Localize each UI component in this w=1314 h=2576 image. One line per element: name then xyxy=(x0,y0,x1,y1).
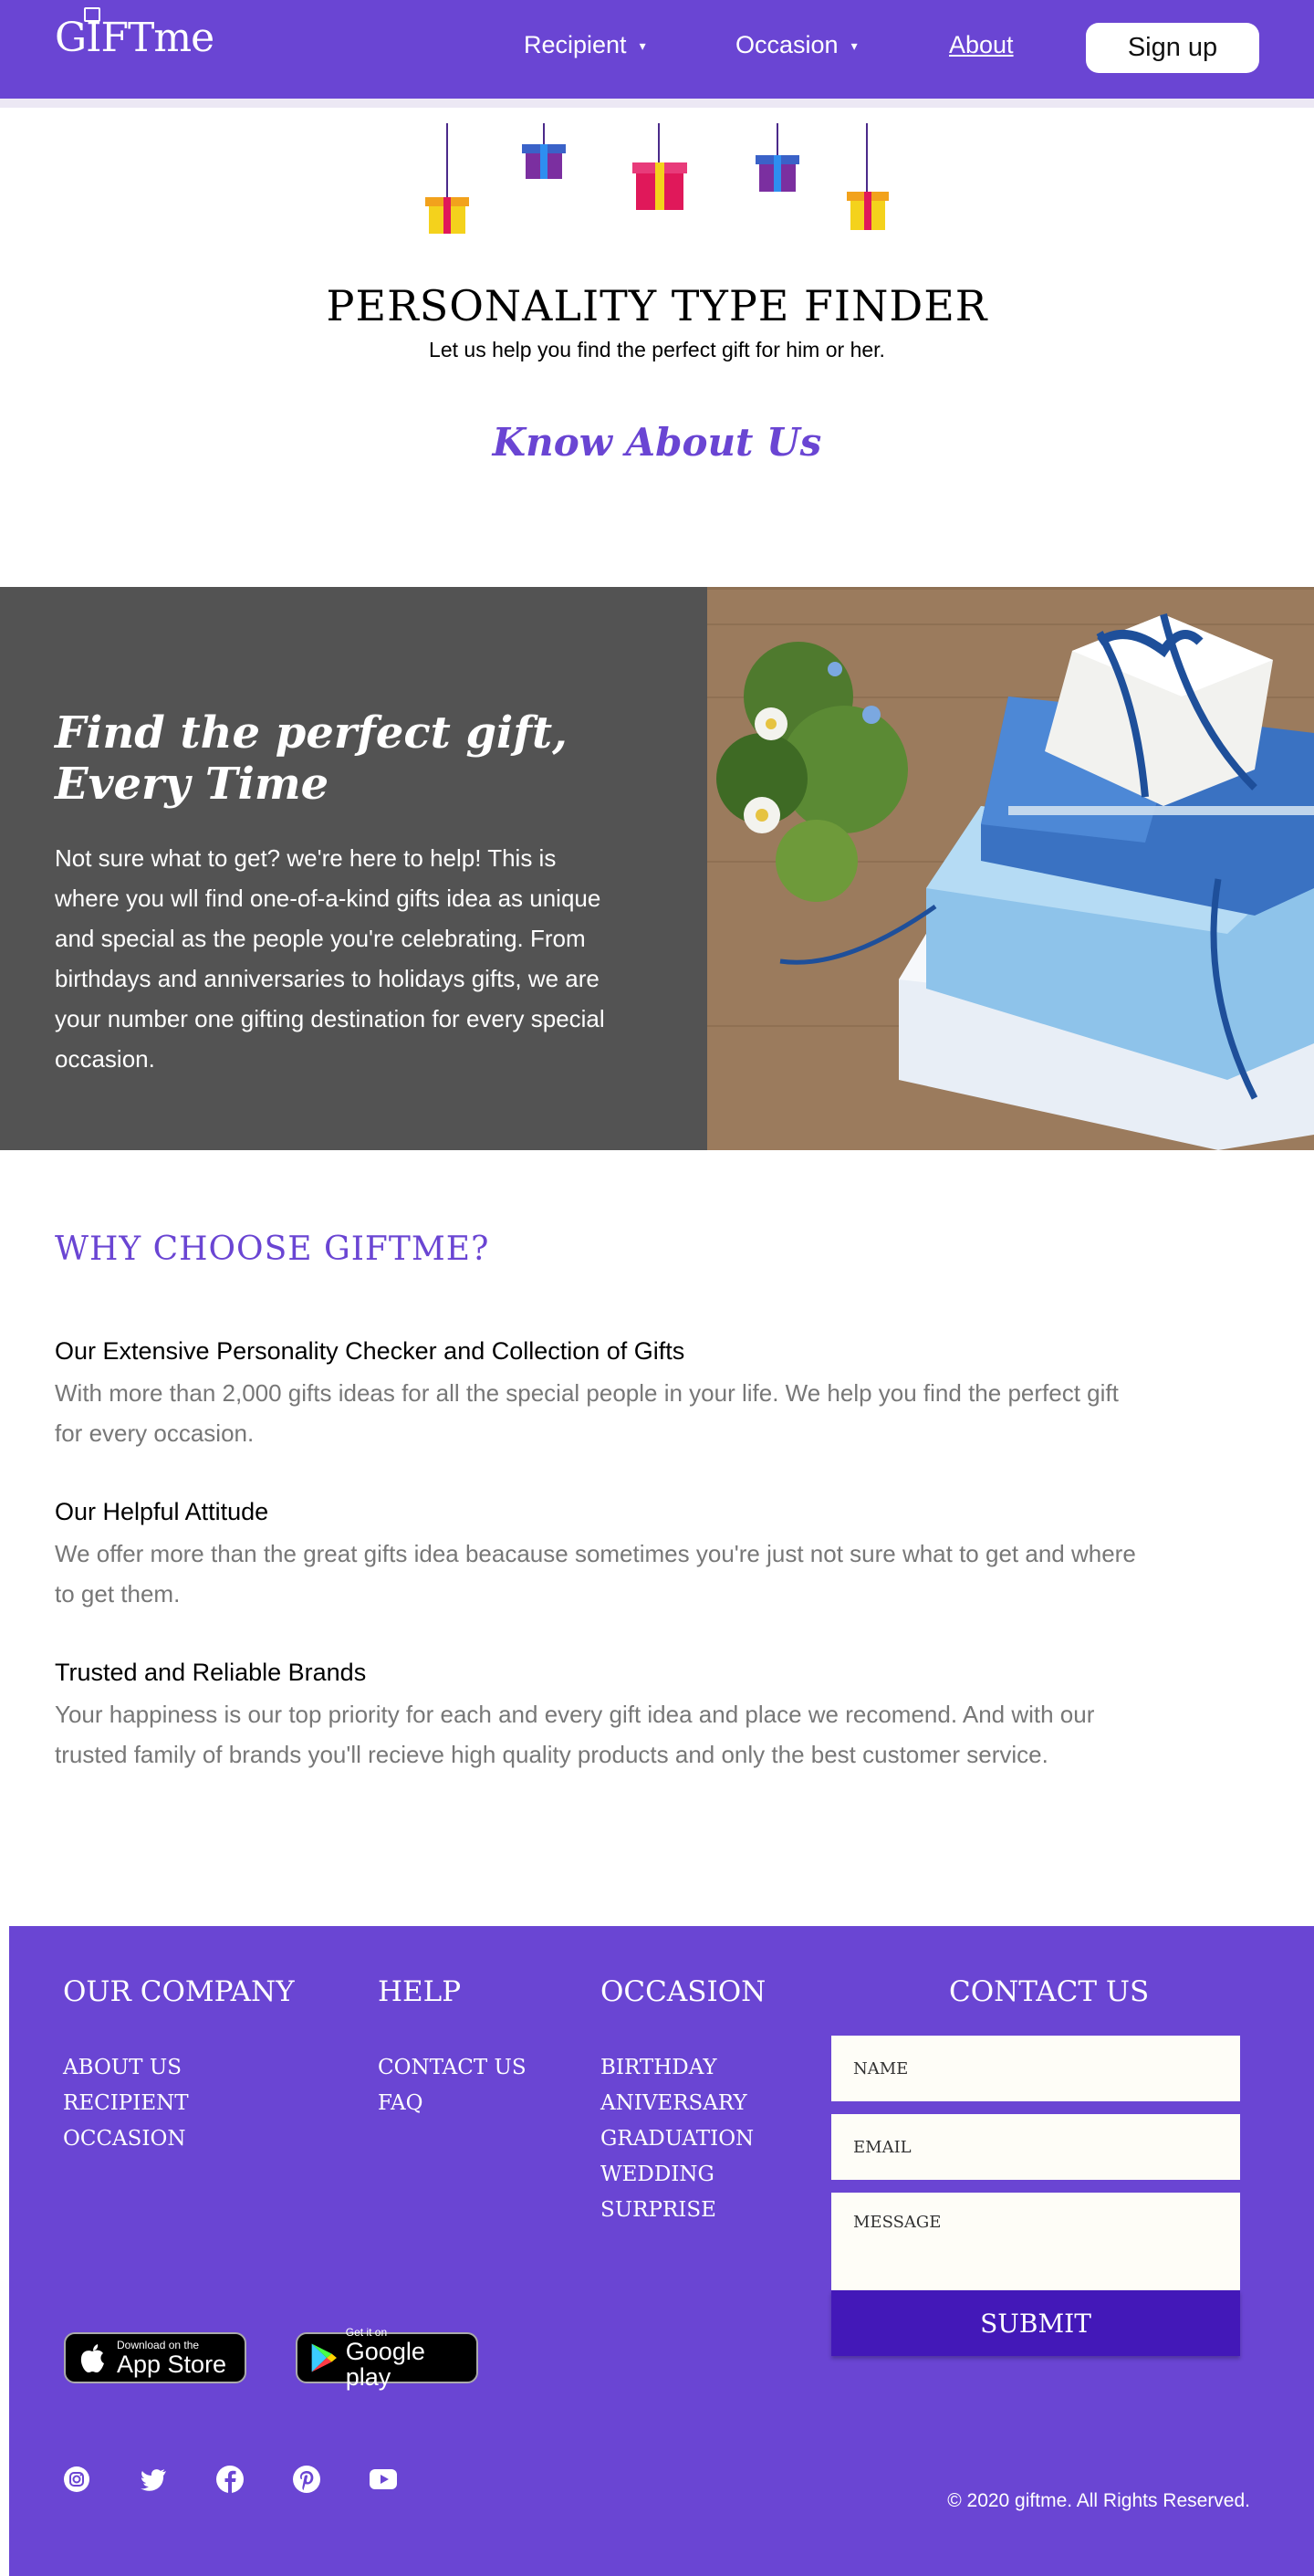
google-play-icon xyxy=(311,2343,337,2372)
reason-title: Trusted and Reliable Brands xyxy=(55,1659,367,1686)
copyright-text: © 2020 giftme. All Rights Reserved. xyxy=(947,2490,1250,2511)
apple-icon xyxy=(80,2344,104,2372)
gift-boxes-image xyxy=(707,587,1314,1150)
logo-gift-icon xyxy=(84,7,100,22)
reason-title: Our Helpful Attitude xyxy=(55,1498,269,1525)
logo[interactable]: GIFTme xyxy=(55,7,214,61)
gift-icon xyxy=(425,123,469,234)
footer-company-heading: OUR COMPANY xyxy=(63,1975,295,2008)
header-banner-strip xyxy=(0,99,1314,108)
footer-contact-heading: CONTACT US xyxy=(949,1975,1150,2008)
reason-item: Our Extensive Personality Checker and Co… xyxy=(55,1337,1150,1453)
logo-text: GIFTme xyxy=(55,15,214,61)
app-store-badge[interactable]: Download on the App Store xyxy=(64,2332,246,2383)
nav-recipient[interactable]: Recipient ▾ xyxy=(524,31,646,59)
page-subtitle: Let us help you find the perfect gift fo… xyxy=(429,338,885,361)
twitter-icon[interactable] xyxy=(139,2465,168,2494)
footer-occasion-heading: OCCASION xyxy=(600,1975,766,2008)
reason-title: Our Extensive Personality Checker and Co… xyxy=(55,1337,685,1365)
email-field[interactable] xyxy=(831,2114,1240,2180)
nav-occasion-label: Occasion xyxy=(735,31,839,58)
footer-occasion-list: BIRTHDAY ANIVERSARY GRADUATION WEDDING S… xyxy=(600,2050,754,2228)
google-play-badge[interactable]: Get it on Google play xyxy=(296,2326,478,2390)
footer-help-heading: HELP xyxy=(378,1975,462,2008)
name-field[interactable] xyxy=(831,2036,1240,2101)
page-title: PERSONALITY TYPE FINDER xyxy=(326,281,988,330)
submit-button[interactable]: SUBMIT xyxy=(831,2290,1240,2356)
app-store-small: Download on the xyxy=(117,2338,200,2351)
facebook-icon[interactable] xyxy=(215,2465,245,2494)
gift-icon xyxy=(632,123,687,210)
footer-link-recipient[interactable]: RECIPIENT xyxy=(63,2086,189,2121)
why-choose-heading: WHY CHOOSE GIFTME? xyxy=(55,1230,490,1268)
footer-link-birthday[interactable]: BIRTHDAY xyxy=(600,2050,754,2086)
know-about-us-link[interactable]: Know About Us xyxy=(0,420,1314,465)
site-header: GIFTme Recipient ▾ Occasion ▾ About Sign u… xyxy=(0,0,1314,99)
youtube-icon[interactable] xyxy=(369,2465,398,2494)
nav-about[interactable]: About xyxy=(949,31,1014,59)
gift-icon xyxy=(847,123,889,230)
reason-text: We offer more than the great gifts idea … xyxy=(55,1540,1136,1607)
footer-link-about-us[interactable]: ABOUT US xyxy=(63,2050,189,2086)
gift-icon xyxy=(756,123,799,192)
nav-occasion[interactable]: Occasion ▾ xyxy=(735,31,858,59)
footer-company-list: ABOUT US RECIPIENT OCCASION xyxy=(63,2050,189,2157)
footer-help-list: CONTACT US FAQ xyxy=(378,2050,527,2121)
gift-icon xyxy=(522,123,566,179)
footer-link-surprise[interactable]: SURPRISE xyxy=(600,2193,754,2228)
reason-text: With more than 2,000 gifts ideas for all… xyxy=(55,1379,1119,1447)
hanging-gifts-decoration xyxy=(425,123,889,234)
chevron-down-icon: ▾ xyxy=(850,38,858,54)
feature-heading: Find the perfect gift, Every Time xyxy=(55,707,568,810)
footer-link-contact-us[interactable]: CONTACT US xyxy=(378,2050,527,2086)
app-store-big: App Store xyxy=(117,2350,227,2378)
footer-link-wedding[interactable]: WEDDING xyxy=(600,2157,754,2193)
message-field[interactable] xyxy=(831,2193,1240,2291)
footer-link-graduation[interactable]: GRADUATION xyxy=(600,2121,754,2157)
reason-text: Your happiness is our top priority for e… xyxy=(55,1701,1095,1768)
pinterest-icon[interactable] xyxy=(292,2465,321,2494)
feature-text: Not sure what to get? we're here to help… xyxy=(55,844,605,1073)
footer-link-aniversary[interactable]: ANIVERSARY xyxy=(600,2086,754,2121)
footer-link-occasion[interactable]: OCCASION xyxy=(63,2121,189,2157)
chevron-down-icon: ▾ xyxy=(639,38,646,54)
google-play-big: Google play xyxy=(345,2337,425,2391)
google-play-small: Get it on xyxy=(345,2325,388,2339)
reason-item: Trusted and Reliable Brands Your happine… xyxy=(55,1659,1150,1775)
instagram-icon[interactable] xyxy=(62,2465,91,2494)
signup-button[interactable]: Sign up xyxy=(1086,23,1259,73)
footer-link-faq[interactable]: FAQ xyxy=(378,2086,527,2121)
nav-recipient-label: Recipient xyxy=(524,31,627,58)
reason-item: Our Helpful Attitude We offer more than … xyxy=(55,1498,1150,1614)
